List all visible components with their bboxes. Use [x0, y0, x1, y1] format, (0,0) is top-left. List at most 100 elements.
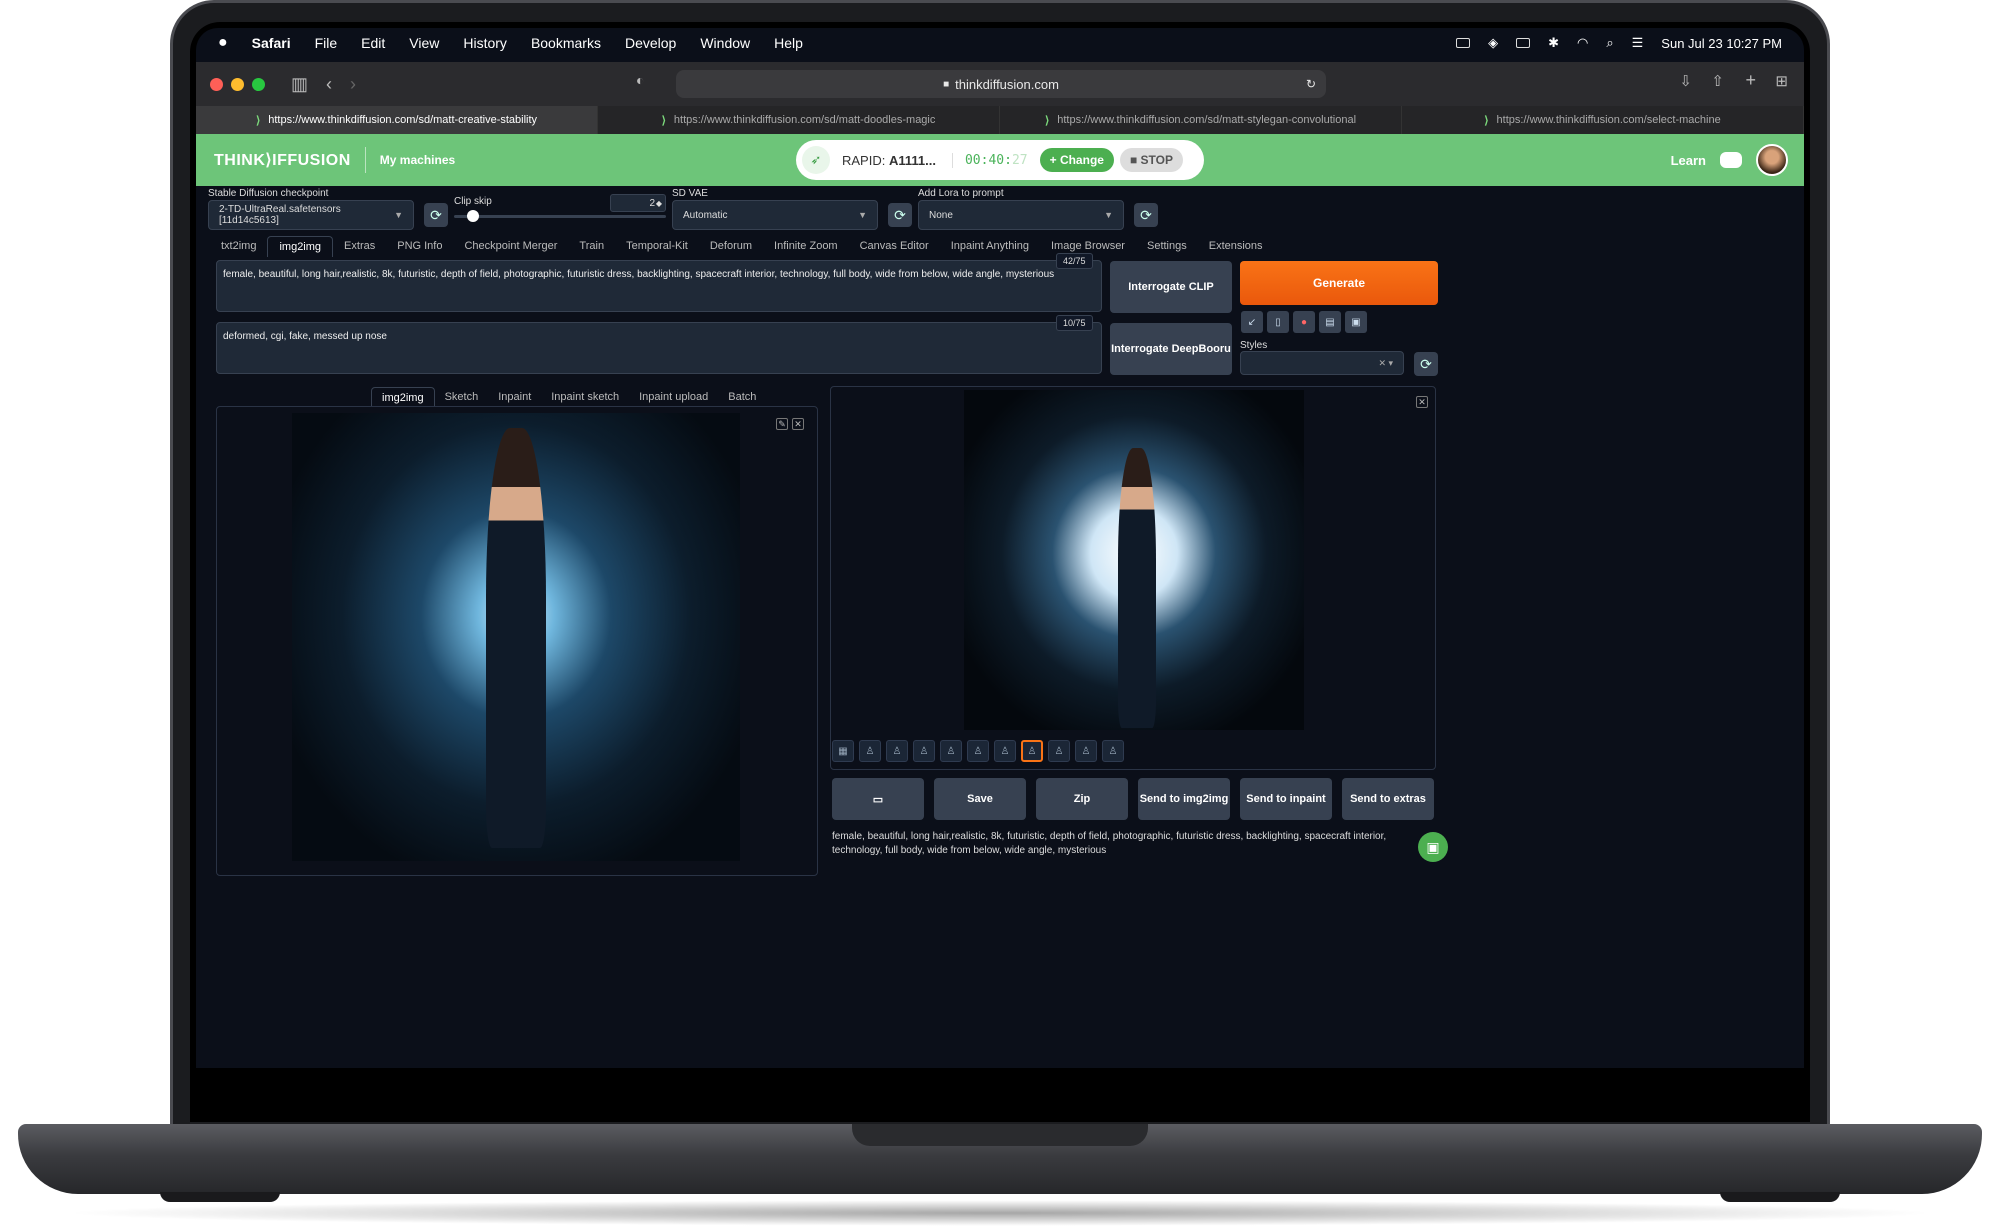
subtab-inpaint[interactable]: Inpaint — [488, 387, 541, 407]
sidebar-icon[interactable]: ▥ — [291, 74, 308, 95]
tab-temporal-kit[interactable]: Temporal-Kit — [615, 236, 699, 256]
clip-skip-slider[interactable] — [454, 215, 666, 218]
forward-icon[interactable]: › — [350, 74, 356, 95]
minimize-window-icon[interactable] — [231, 77, 244, 91]
save-button[interactable]: Save — [934, 778, 1026, 820]
privacy-shield-icon[interactable]: ◐ — [636, 72, 644, 88]
gallery-thumbnail[interactable]: ♙ — [994, 740, 1016, 762]
refresh-vae-button[interactable]: ⟳ — [888, 203, 912, 227]
tab-overview-icon[interactable]: ⊞ — [1775, 72, 1788, 90]
send-to-inpaint-button[interactable]: Send to inpaint — [1240, 778, 1332, 820]
control-center-icon[interactable]: ☰ — [1632, 35, 1644, 51]
apply-style-icon[interactable]: ▤ — [1319, 311, 1341, 333]
gallery-thumbnail[interactable]: ♙ — [1075, 740, 1097, 762]
clip-skip-number[interactable]: 2 ◆ — [610, 194, 666, 212]
browser-tab[interactable]: ⟩ https://www.thinkdiffusion.com/select-m… — [1402, 106, 1804, 134]
negative-prompt-input[interactable]: deformed, cgi, fake, messed up nose — [216, 322, 1102, 374]
menu-edit[interactable]: Edit — [361, 35, 385, 51]
gallery-thumbnail[interactable]: ♙ — [1102, 740, 1124, 762]
tab-settings[interactable]: Settings — [1136, 236, 1198, 256]
gallery-thumbnail[interactable]: ♙ — [886, 740, 908, 762]
wifi-icon[interactable]: ◠ — [1577, 35, 1588, 51]
stepper-icon[interactable]: ◆ — [656, 199, 662, 208]
zoom-window-icon[interactable] — [252, 77, 265, 91]
trash-icon[interactable]: ▯ — [1267, 311, 1289, 333]
thinkdiffusion-logo[interactable]: THINK⟩IFFUSION — [214, 150, 351, 170]
gallery-grid-thumbnail[interactable]: ▦ — [832, 740, 854, 762]
tab-txt2img[interactable]: txt2img — [210, 236, 267, 256]
download-icon[interactable]: ⇩ — [1679, 72, 1692, 90]
subtab-img2img[interactable]: img2img — [371, 386, 435, 408]
menubar-clock[interactable]: Sun Jul 23 10:27 PM — [1661, 36, 1782, 51]
discord-icon[interactable] — [1720, 152, 1742, 168]
stop-button[interactable]: ■ STOP — [1119, 148, 1184, 172]
tab-inpaint-anything[interactable]: Inpaint Anything — [940, 236, 1040, 256]
change-button[interactable]: + Change — [1039, 148, 1114, 172]
search-icon[interactable]: ⌕ — [1606, 35, 1613, 51]
bluetooth-icon[interactable]: ✱ — [1548, 35, 1559, 51]
image-icon-button[interactable]: ▣ — [1418, 832, 1448, 862]
gallery-thumbnail-selected[interactable]: ♙ — [1021, 740, 1043, 762]
menu-develop[interactable]: Develop — [625, 35, 676, 51]
subtab-batch[interactable]: Batch — [718, 387, 766, 407]
clip-skip-handle[interactable] — [467, 210, 480, 222]
tab-canvas-editor[interactable]: Canvas Editor — [849, 236, 940, 256]
menu-view[interactable]: View — [409, 35, 439, 51]
subtab-sketch[interactable]: Sketch — [435, 387, 489, 407]
browser-tab[interactable]: ⟩ https://www.thinkdiffusion.com/sd/matt-… — [196, 106, 598, 134]
avatar[interactable] — [1756, 144, 1788, 176]
reload-icon[interactable]: ↻ — [1306, 77, 1316, 91]
back-icon[interactable]: ‹ — [326, 74, 332, 95]
my-machines-link[interactable]: My machines — [380, 153, 455, 167]
menu-safari[interactable]: Safari — [252, 35, 291, 51]
menu-file[interactable]: File — [315, 35, 338, 51]
tab-png-info[interactable]: PNG Info — [386, 236, 453, 256]
tab-extensions[interactable]: Extensions — [1198, 236, 1274, 256]
display-icon[interactable] — [1456, 38, 1471, 48]
learn-link[interactable]: Learn — [1671, 153, 1706, 168]
browser-tab[interactable]: ⟩ https://www.thinkdiffusion.com/sd/matt-… — [598, 106, 1000, 134]
apple-icon[interactable]: ● — [218, 34, 228, 52]
gallery-thumbnail[interactable]: ♙ — [940, 740, 962, 762]
tab-extras[interactable]: Extras — [333, 236, 386, 256]
gallery-thumbnail[interactable]: ♙ — [1048, 740, 1070, 762]
refresh-styles-button[interactable]: ⟳ — [1414, 352, 1438, 376]
styles-select[interactable]: ✕ ▾ — [1240, 351, 1404, 375]
refresh-lora-button[interactable]: ⟳ — [1134, 203, 1158, 227]
send-to-img2img-button[interactable]: Send to img2img — [1138, 778, 1230, 820]
lora-select[interactable]: None ▼ — [918, 200, 1124, 230]
subtab-inpaint-upload[interactable]: Inpaint upload — [629, 387, 718, 407]
generate-button[interactable]: Generate — [1240, 261, 1438, 305]
share-icon[interactable]: ⇧ — [1711, 72, 1724, 90]
tab-checkpoint-merger[interactable]: Checkpoint Merger — [453, 236, 568, 256]
tab-img2img[interactable]: img2img — [267, 235, 334, 257]
gallery-thumbnail[interactable]: ♙ — [859, 740, 881, 762]
zip-button[interactable]: Zip — [1036, 778, 1128, 820]
clear-and-chevron-icon[interactable]: ✕ ▾ — [1378, 358, 1393, 369]
address-bar[interactable]: ■ thinkdiffusion.com ↻ — [676, 70, 1326, 98]
close-icon[interactable]: ✕ — [1416, 396, 1428, 408]
send-to-extras-button[interactable]: Send to extras — [1342, 778, 1434, 820]
menu-help[interactable]: Help — [774, 35, 803, 51]
open-folder-button[interactable]: ▭ — [832, 778, 924, 820]
gallery-thumbnail[interactable]: ♙ — [967, 740, 989, 762]
close-window-icon[interactable] — [210, 77, 223, 91]
battery-icon[interactable] — [1516, 38, 1531, 48]
interrogate-deepbooru-button[interactable]: Interrogate DeepBooru — [1110, 323, 1232, 375]
subtab-inpaint-sketch[interactable]: Inpaint sketch — [541, 387, 629, 407]
menu-bookmarks[interactable]: Bookmarks — [531, 35, 601, 51]
menu-window[interactable]: Window — [700, 35, 750, 51]
gallery-thumbnail[interactable]: ♙ — [913, 740, 935, 762]
tab-infinite-zoom[interactable]: Infinite Zoom — [763, 236, 849, 256]
vae-select[interactable]: Automatic ▼ — [672, 200, 878, 230]
edit-icon[interactable]: ✎ — [776, 418, 788, 430]
shield-icon[interactable]: ◈ — [1488, 35, 1498, 51]
save-style-icon[interactable]: ▣ — [1345, 311, 1367, 333]
paste-icon[interactable]: ↙ — [1241, 311, 1263, 333]
new-tab-icon[interactable]: + — [1745, 70, 1756, 91]
tab-deforum[interactable]: Deforum — [699, 236, 763, 256]
close-icon[interactable]: ✕ — [792, 418, 804, 430]
interrogate-clip-button[interactable]: Interrogate CLIP — [1110, 261, 1232, 313]
browser-tab[interactable]: ⟩ https://www.thinkdiffusion.com/sd/matt-… — [1000, 106, 1402, 134]
show-extra-networks-icon[interactable]: ● — [1293, 311, 1315, 333]
